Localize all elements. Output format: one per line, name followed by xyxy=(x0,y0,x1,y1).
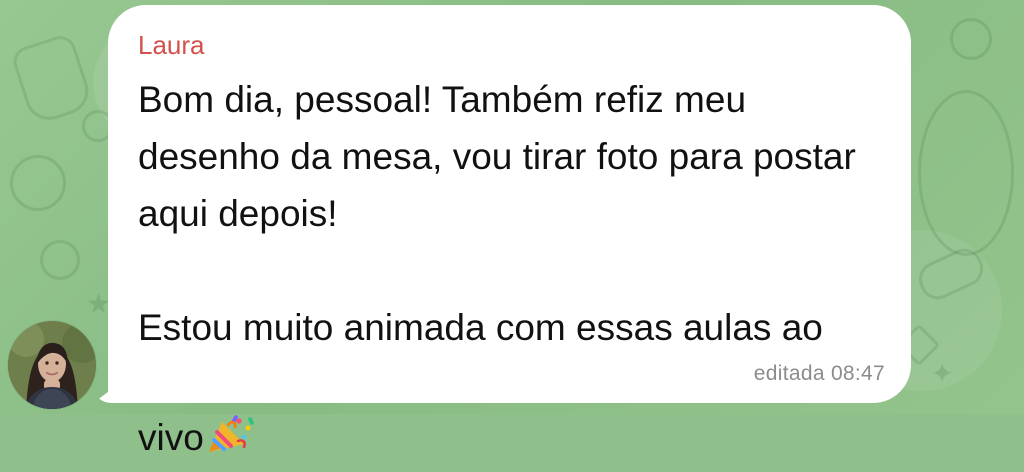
doodle-swirl-icon xyxy=(950,18,992,60)
doodle-star-icon: ✦ xyxy=(930,358,954,389)
message-text: Bom dia, pessoal! Também refiz meu desen… xyxy=(138,79,856,458)
avatar-photo-icon xyxy=(8,321,96,409)
doodle-circle-icon xyxy=(10,155,66,211)
sender-name[interactable]: Laura xyxy=(138,31,885,59)
message-meta: editada 08:47 xyxy=(754,362,885,386)
doodle-cup-icon xyxy=(9,32,95,126)
sender-avatar[interactable] xyxy=(8,321,96,409)
message-time: 08:47 xyxy=(830,362,885,385)
message-bubble[interactable]: Laura Bom dia, pessoal! Também refiz meu… xyxy=(108,5,911,458)
doodle-globe-icon xyxy=(918,90,1014,256)
message-content: Bom dia, pessoal! Também refiz meu desen… xyxy=(138,71,883,466)
doodle-circle-icon xyxy=(40,240,80,280)
edited-label: editada xyxy=(753,362,825,385)
party-popper-icon xyxy=(204,356,256,452)
